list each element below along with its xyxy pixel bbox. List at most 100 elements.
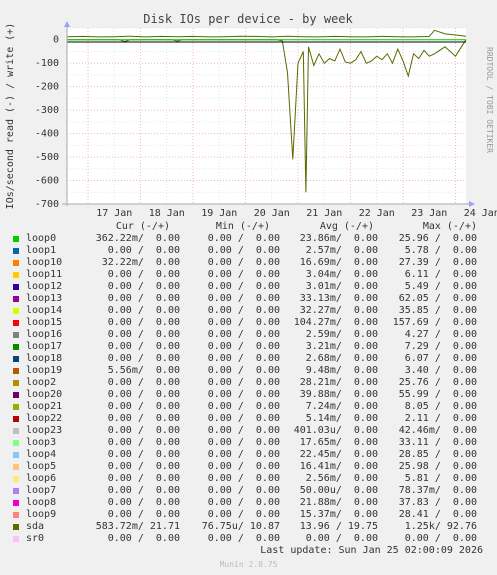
legend-name: loop14	[26, 305, 63, 316]
legend-max: 1.25k/ 92.76	[404, 521, 477, 532]
legend-avg: 2.57m/ 0.00	[305, 245, 378, 256]
legend-min: 0.00 / 0.00	[207, 365, 280, 376]
legend-avg: 22.45m/ 0.00	[299, 449, 378, 460]
legend-cur: 0.00 / 0.00	[107, 485, 180, 496]
legend-min: 0.00 / 0.00	[207, 269, 280, 280]
legend-cur: 0.00 / 0.00	[107, 509, 180, 520]
legend-row: loop23 0.00 / 0.00 0.00 / 0.00 401.03u/ 0.0…	[0, 425, 497, 437]
legend-swatch	[13, 272, 19, 278]
legend-min: 0.00 / 0.00	[207, 401, 280, 412]
legend-max: 6.07 / 0.00	[404, 353, 477, 364]
legend-swatch	[13, 248, 19, 254]
y-tick-label: -400	[35, 129, 59, 140]
legend-min: 0.00 / 0.00	[207, 317, 280, 328]
legend-max: 8.05 / 0.00	[404, 401, 477, 412]
x-tick-label: 24 Jan	[464, 208, 497, 219]
legend-swatch	[13, 380, 19, 386]
legend-min: 0.00 / 0.00	[207, 533, 280, 544]
plot-area	[67, 28, 466, 204]
legend-name: loop4	[26, 449, 57, 460]
legend-min: 0.00 / 0.00	[207, 461, 280, 472]
legend-row: loop5 0.00 / 0.00 0.00 / 0.00 16.41m/ 0.00 2…	[0, 461, 497, 473]
legend-name: loop18	[26, 353, 63, 364]
legend-swatch	[13, 260, 19, 266]
legend-max: 25.96 / 0.00	[398, 233, 477, 244]
legend-avg: 0.00 / 0.00	[305, 533, 378, 544]
legend-min: 0.00 / 0.00	[207, 233, 280, 244]
legend-min: 0.00 / 0.00	[207, 353, 280, 364]
legend-avg: 2.68m/ 0.00	[305, 353, 378, 364]
legend-swatch	[13, 536, 19, 542]
legend-swatch	[13, 392, 19, 398]
legend-cur: 32.22m/ 0.00	[101, 257, 180, 268]
legend-avg: 3.04m/ 0.00	[305, 269, 378, 280]
legend-avg: 23.86m/ 0.00	[299, 233, 378, 244]
legend-row: loop19 5.56m/ 0.00 0.00 / 0.00 9.48m/ 0.00 3…	[0, 365, 497, 377]
legend-swatch	[13, 296, 19, 302]
legend-cur: 583.72m/ 21.71	[95, 521, 180, 532]
legend-name: loop15	[26, 317, 63, 328]
legend-cur: 0.00 / 0.00	[107, 461, 180, 472]
y-axis-label: IOs/second read (-) / write (+)	[5, 23, 16, 210]
legend-cur: 0.00 / 0.00	[107, 341, 180, 352]
legend-row: loop4 0.00 / 0.00 0.00 / 0.00 22.45m/ 0.00 2…	[0, 449, 497, 461]
legend-name: loop5	[26, 461, 57, 472]
chart: Disk IOs per device - by week RRDTOOL / …	[0, 0, 497, 222]
legend-row: loop13 0.00 / 0.00 0.00 / 0.00 33.13m/ 0.00…	[0, 293, 497, 305]
legend-min: 0.00 / 0.00	[207, 437, 280, 448]
legend-max: 25.76 / 0.00	[398, 377, 477, 388]
legend-max: 5.78 / 0.00	[404, 245, 477, 256]
legend-name: loop21	[26, 401, 63, 412]
legend-cur: 0.00 / 0.00	[107, 413, 180, 424]
legend-name: loop2	[26, 377, 57, 388]
legend-cur: 0.00 / 0.00	[107, 293, 180, 304]
legend-cur: 0.00 / 0.00	[107, 377, 180, 388]
legend-name: loop9	[26, 509, 57, 520]
legend-row: loop1 0.00 / 0.00 0.00 / 0.00 2.57m/ 0.00 5.…	[0, 245, 497, 257]
legend-row: loop8 0.00 / 0.00 0.00 / 0.00 21.88m/ 0.00 3…	[0, 497, 497, 509]
legend-max: 78.37m/ 0.00	[398, 485, 477, 496]
y-tick-label: -600	[35, 176, 59, 187]
legend-cur: 0.00 / 0.00	[107, 389, 180, 400]
legend-min: 0.00 / 0.00	[207, 473, 280, 484]
legend-max: 0.00 / 0.00	[404, 533, 477, 544]
legend-min: 0.00 / 0.00	[207, 341, 280, 352]
legend-max: 27.39 / 0.00	[398, 257, 477, 268]
legend-swatch	[13, 500, 19, 506]
legend-swatch	[13, 236, 19, 242]
legend-cur: 0.00 / 0.00	[107, 449, 180, 460]
legend-name: loop20	[26, 389, 63, 400]
legend-max: 6.11 / 0.00	[404, 269, 477, 280]
legend-row: loop21 0.00 / 0.00 0.00 / 0.00 7.24m/ 0.00 8…	[0, 401, 497, 413]
legend-header: Cur (-/+) Min (-/+) Avg (-/+) Max (-/+)	[0, 221, 497, 233]
legend-row: loop15 0.00 / 0.00 0.00 / 0.00 104.27m/ 0.0…	[0, 317, 497, 329]
legend-avg: 7.24m/ 0.00	[305, 401, 378, 412]
legend-avg: 33.13m/ 0.00	[299, 293, 378, 304]
legend-min: 0.00 / 0.00	[207, 281, 280, 292]
legend-cur: 0.00 / 0.00	[107, 281, 180, 292]
legend-row: loop9 0.00 / 0.00 0.00 / 0.00 15.37m/ 0.00 2…	[0, 509, 497, 521]
side-label: RRDTOOL / TOBI OETIKER	[485, 47, 494, 153]
legend-avg: 3.01m/ 0.00	[305, 281, 378, 292]
legend-swatch	[13, 308, 19, 314]
legend-max: 3.40 / 0.00	[404, 365, 477, 376]
legend-row: loop7 0.00 / 0.00 0.00 / 0.00 50.00u/ 0.00 7…	[0, 485, 497, 497]
legend-name: loop0	[26, 233, 57, 244]
legend-row: loop3 0.00 / 0.00 0.00 / 0.00 17.65m/ 0.00 3…	[0, 437, 497, 449]
x-tick-label: 20 Jan	[254, 208, 290, 219]
legend-cur: 362.22m/ 0.00	[95, 233, 180, 244]
legend-cur: 0.00 / 0.00	[107, 305, 180, 316]
legend-swatch	[13, 356, 19, 362]
legend-max: 33.11 / 0.00	[398, 437, 477, 448]
legend-min: 0.00 / 0.00	[207, 293, 280, 304]
legend-name: sr0	[26, 533, 45, 544]
legend-avg: 39.88m/ 0.00	[299, 389, 378, 400]
legend-row: loop11 0.00 / 0.00 0.00 / 0.00 3.04m/ 0.00 6…	[0, 269, 497, 281]
legend-swatch	[13, 476, 19, 482]
x-tick-label: 18 Jan	[149, 208, 185, 219]
legend-row: loop6 0.00 / 0.00 0.00 / 0.00 2.56m/ 0.00 5.…	[0, 473, 497, 485]
legend-name: loop23	[26, 425, 63, 436]
legend-swatch	[13, 344, 19, 350]
y-tick-label: -500	[35, 152, 59, 163]
legend-row: sr0 0.00 / 0.00 0.00 / 0.00 0.00 / 0.00 0.00…	[0, 533, 497, 545]
